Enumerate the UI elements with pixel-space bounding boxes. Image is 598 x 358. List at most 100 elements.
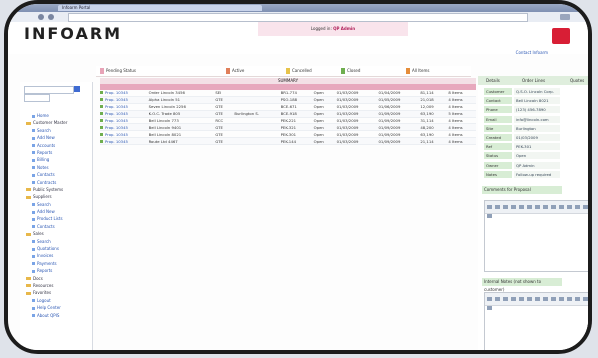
table-cell[interactable]: Prop. 10345 bbox=[103, 117, 147, 125]
table-cell[interactable]: Prop. 10345 bbox=[103, 96, 147, 104]
sidebar-item[interactable]: Logout bbox=[26, 297, 88, 304]
table-cell[interactable]: Prop. 10345 bbox=[103, 103, 147, 111]
editor-format-icon[interactable] bbox=[487, 214, 492, 218]
editor-format-icon[interactable] bbox=[583, 297, 588, 301]
details-field-value[interactable]: (123) 456-7890 bbox=[514, 106, 560, 114]
browser-tab[interactable]: Infoarm Portal bbox=[58, 5, 262, 11]
details-field-value[interactable]: Follow-up required bbox=[514, 170, 560, 178]
editor-format-icon[interactable] bbox=[559, 205, 564, 209]
editor-format-icon[interactable] bbox=[543, 297, 548, 301]
table-cell[interactable]: Prop. 10345 bbox=[103, 123, 147, 132]
editor-format-icon[interactable] bbox=[567, 205, 572, 209]
sidebar-item[interactable]: Add New bbox=[26, 208, 88, 215]
logout-icon[interactable] bbox=[552, 28, 570, 44]
editor-format-icon[interactable] bbox=[559, 297, 564, 301]
sidebar-item[interactable]: Reports bbox=[26, 267, 88, 274]
table-cell[interactable]: Prop. 10345 bbox=[103, 130, 147, 139]
sidebar-item[interactable]: Customer Master bbox=[26, 119, 88, 126]
editor-format-icon[interactable] bbox=[535, 297, 540, 301]
comments-editor[interactable] bbox=[484, 200, 588, 272]
editor-format-icon[interactable] bbox=[567, 297, 572, 301]
sidebar-item[interactable]: Payments bbox=[26, 260, 88, 267]
sidebar-item[interactable]: Contacts bbox=[26, 171, 88, 178]
editor-format-icon[interactable] bbox=[503, 205, 508, 209]
editor-format-icon[interactable] bbox=[543, 205, 548, 209]
details-field-value[interactable]: Burlington bbox=[514, 124, 560, 132]
sidebar-item[interactable]: About QPIS bbox=[26, 312, 88, 319]
table-cell[interactable]: Prop. 10345 bbox=[103, 137, 147, 146]
details-field-value[interactable]: info@lincoln.com bbox=[514, 115, 560, 123]
sidebar-item[interactable]: Favorites bbox=[26, 289, 88, 296]
details-tab[interactable]: Quotes bbox=[570, 77, 584, 84]
sidebar-item[interactable]: Docs bbox=[26, 275, 88, 282]
notes-editor[interactable] bbox=[484, 292, 588, 350]
editor-format-icon[interactable] bbox=[575, 297, 580, 301]
sidebar-search-input[interactable] bbox=[24, 86, 74, 94]
sidebar-item[interactable]: Contacts bbox=[26, 223, 88, 230]
table-cell[interactable]: Prop. 10345 bbox=[103, 110, 147, 118]
table-row[interactable]: Prop. 10345 Seven Lincoln 2256 GTE BCE-671 O… bbox=[100, 103, 476, 111]
sidebar-item[interactable]: Search bbox=[26, 127, 88, 134]
editor-format-icon[interactable] bbox=[519, 297, 524, 301]
details-field-value[interactable]: PEK-301 bbox=[514, 143, 560, 151]
sidebar-item[interactable]: Notes bbox=[26, 164, 88, 171]
details-field-value[interactable]: Open bbox=[514, 152, 560, 160]
sidebar-item[interactable]: Suppliers bbox=[26, 193, 88, 200]
editor-format-icon[interactable] bbox=[503, 297, 508, 301]
sidebar-item[interactable]: Home bbox=[26, 112, 88, 119]
editor-format-icon[interactable] bbox=[519, 205, 524, 209]
editor-format-icon[interactable] bbox=[527, 297, 532, 301]
editor-format-icon[interactable] bbox=[487, 205, 492, 209]
browser-menu-icon[interactable] bbox=[560, 14, 570, 20]
editor-format-icon[interactable] bbox=[583, 205, 588, 209]
details-tab[interactable]: Details bbox=[486, 77, 500, 84]
sidebar-item[interactable]: Search bbox=[26, 238, 88, 245]
table-row[interactable]: Prop. 10345 Alpha Lincoln 51 GTE PSO-188 Ope… bbox=[100, 96, 476, 104]
table-row[interactable]: Prop. 10345 Bell Lincoln 8021 GTE PEK-301 Op… bbox=[100, 130, 476, 139]
sidebar-item[interactable]: Quotations bbox=[26, 245, 88, 252]
forward-icon[interactable] bbox=[48, 14, 54, 20]
editor-format-icon[interactable] bbox=[575, 205, 580, 209]
sidebar-item[interactable]: Billing bbox=[26, 156, 88, 163]
back-icon[interactable] bbox=[38, 14, 44, 20]
filter-item[interactable]: Closed bbox=[341, 67, 360, 75]
details-field-value[interactable]: QP Admin bbox=[514, 161, 560, 169]
details-tab[interactable]: Order Lines bbox=[522, 77, 545, 84]
address-bar[interactable] bbox=[68, 13, 528, 22]
sidebar-item[interactable]: Contracts bbox=[26, 179, 88, 186]
editor-format-icon[interactable] bbox=[511, 205, 516, 209]
editor-format-icon[interactable] bbox=[511, 297, 516, 301]
details-field-value[interactable]: Bell Lincoln 8021 bbox=[514, 97, 560, 105]
sidebar-filter-select[interactable] bbox=[24, 94, 50, 102]
details-field-value[interactable]: Q.S.O. Lincoln Corp. bbox=[514, 88, 560, 95]
sidebar-item[interactable]: Accounts bbox=[26, 142, 88, 149]
filter-item[interactable]: Cancelled bbox=[286, 67, 312, 75]
table-row[interactable]: Prop. 10345 Route Ltd 4467 GTE PEK-144 Open 0… bbox=[100, 137, 476, 146]
search-icon[interactable] bbox=[74, 86, 80, 92]
editor-format-icon[interactable] bbox=[487, 306, 492, 310]
sidebar-item[interactable]: Add New bbox=[26, 134, 88, 141]
filter-item[interactable]: Pending Status bbox=[100, 67, 136, 75]
editor-format-icon[interactable] bbox=[495, 205, 500, 209]
editor-format-icon[interactable] bbox=[495, 297, 500, 301]
filter-item[interactable]: All Items bbox=[406, 67, 429, 75]
sidebar-item[interactable]: Search bbox=[26, 201, 88, 208]
table-row[interactable]: Prop. 10345 Order Lincoln 3456 SEI BR1-774 O… bbox=[100, 90, 476, 97]
editor-format-icon[interactable] bbox=[527, 205, 532, 209]
sidebar-item[interactable]: Invoices bbox=[26, 252, 88, 259]
sidebar-item[interactable]: Public Systems bbox=[26, 186, 88, 193]
table-row[interactable]: Prop. 10345 K.O.C. Trade 805 GTE Burlington… bbox=[100, 110, 476, 118]
help-link[interactable]: Contact Infoarm bbox=[516, 50, 548, 55]
editor-format-icon[interactable] bbox=[551, 205, 556, 209]
table-row[interactable]: Prop. 10345 Bell Lincoln 9401 GTE PEK-321 Op… bbox=[100, 123, 476, 132]
table-row[interactable]: Prop. 10345 Bell Lincoln 773 RCC PEK-221 Ope… bbox=[100, 117, 476, 125]
sidebar-item[interactable]: Resources bbox=[26, 282, 88, 289]
editor-format-icon[interactable] bbox=[487, 297, 492, 301]
sidebar-item[interactable]: Help Center bbox=[26, 304, 88, 311]
sidebar-item[interactable]: Product Lists bbox=[26, 215, 88, 222]
details-field-value[interactable]: 01/03/2009 bbox=[514, 134, 560, 141]
editor-format-icon[interactable] bbox=[535, 205, 540, 209]
filter-item[interactable]: Active bbox=[226, 67, 244, 75]
sidebar-item[interactable]: Sales bbox=[26, 230, 88, 237]
sidebar-item[interactable]: Reports bbox=[26, 149, 88, 156]
